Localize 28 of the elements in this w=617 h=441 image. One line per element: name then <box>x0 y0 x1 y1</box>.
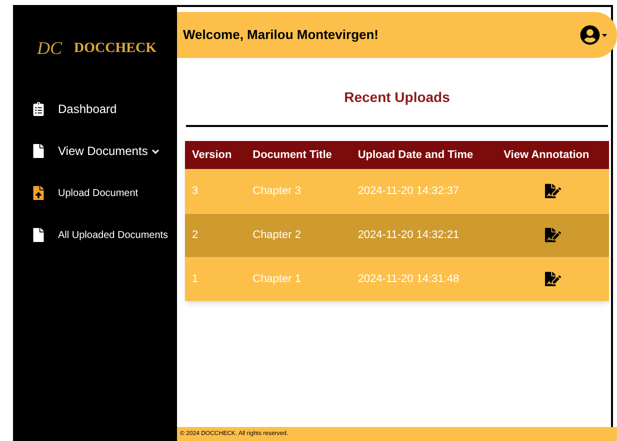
table-cell: Chapter 3 <box>246 169 351 213</box>
welcome-text: Welcome, Marilou Montevirgen! <box>183 26 379 44</box>
section-title: Recent Uploads <box>344 88 450 107</box>
logo: DC <box>37 39 62 57</box>
sidebar-subitem[interactable]: Upload Document <box>15 179 177 207</box>
sidebar-subitem[interactable]: All Uploaded Documents <box>15 221 177 249</box>
table-cell: 2024-11-20 14:31:48 <box>350 257 497 301</box>
sidebar-item[interactable]: Dashboard <box>15 95 177 123</box>
user-avatar-icon <box>580 25 600 45</box>
table-cell: 2 <box>185 213 246 257</box>
table-cell: 1 <box>185 257 246 301</box>
table-cell: 3 <box>185 169 246 213</box>
column-header: Version <box>185 141 246 169</box>
column-header: Upload Date and Time <box>350 141 497 169</box>
column-header: Document Title <box>246 141 351 169</box>
file-icon <box>33 144 44 158</box>
file-icon <box>33 228 44 242</box>
sidebar-item[interactable]: View Documents <box>15 137 177 165</box>
file-upload-icon <box>33 186 44 200</box>
column-header: View Annotation <box>496 141 609 169</box>
brand-name: DOCCHECK <box>74 40 156 58</box>
table-cell: 2024-11-20 14:32:21 <box>350 213 497 257</box>
table-cell: Chapter 2 <box>246 213 351 257</box>
table-cell: Chapter 1 <box>246 257 351 301</box>
user-menu-button[interactable] <box>580 25 607 45</box>
table-cell: 2024-11-20 14:32:37 <box>350 169 497 213</box>
clipboard-icon <box>33 102 44 116</box>
caret-icon <box>602 34 607 36</box>
